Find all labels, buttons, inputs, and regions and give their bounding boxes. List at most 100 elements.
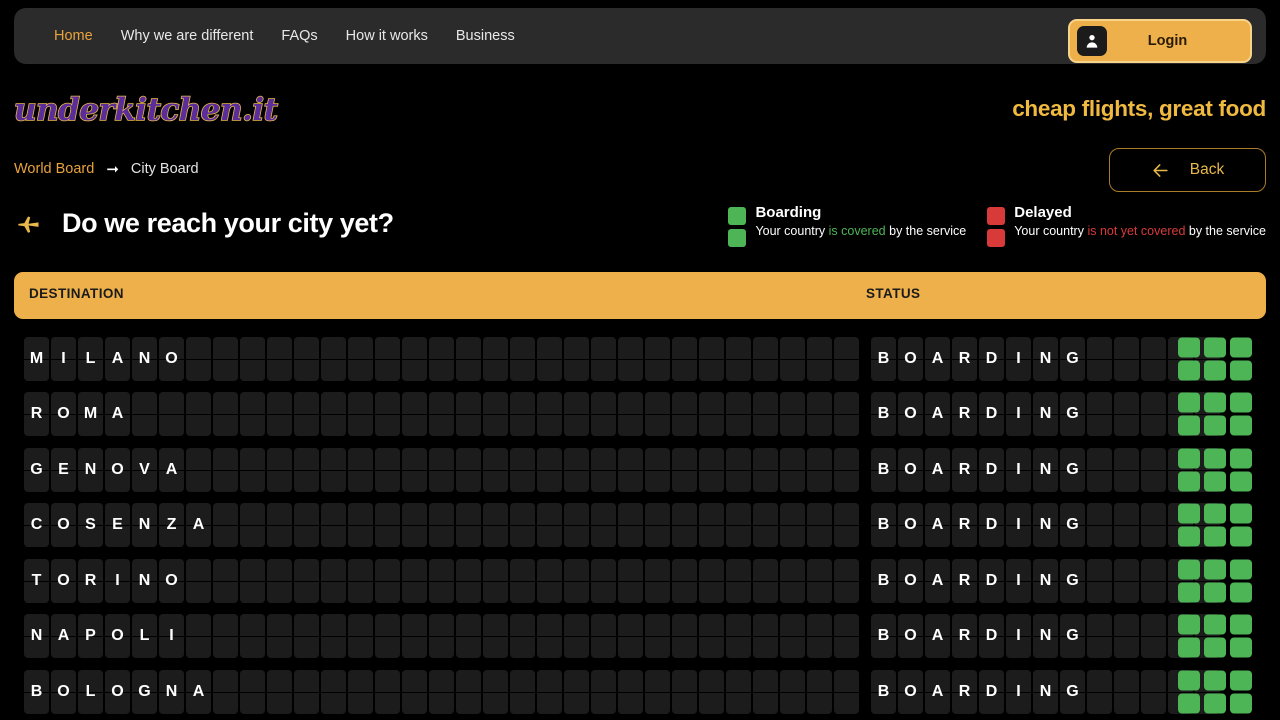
flap-tile — [321, 447, 346, 492]
legend-desc-suffix: by the service — [885, 224, 967, 238]
legend-texts: Delayed Your country is not yet covered b… — [1014, 204, 1266, 247]
flap-tile — [645, 614, 670, 659]
back-button[interactable]: Back — [1109, 148, 1266, 192]
nav-link-faqs[interactable]: FAQs — [267, 22, 331, 50]
flap-tile — [510, 669, 535, 714]
flap-tile — [267, 503, 292, 548]
flap-tile: G — [1060, 336, 1085, 381]
flap-tile — [780, 558, 805, 603]
flap-tile — [402, 669, 427, 714]
flap-group-status: BOARDING — [871, 558, 1220, 603]
flap-tile — [321, 558, 346, 603]
flap-tile — [321, 392, 346, 437]
flap-tile: G — [1060, 503, 1085, 548]
flap-tile — [375, 503, 400, 548]
flap-tile — [780, 447, 805, 492]
status-dot — [1204, 526, 1226, 547]
flap-tile — [1087, 558, 1112, 603]
nav-link-why-we-are-different[interactable]: Why we are different — [107, 22, 268, 50]
flap-tile — [564, 392, 589, 437]
flap-tile — [591, 336, 616, 381]
table-row[interactable]: TORINOBOARDING — [0, 553, 1280, 609]
flap-tile: N — [1033, 336, 1058, 381]
flap-tile — [510, 392, 535, 437]
flap-tile: R — [952, 336, 977, 381]
flap-tile — [429, 669, 454, 714]
flap-tile — [429, 392, 454, 437]
flap-tile: E — [105, 503, 130, 548]
flap-tile: N — [132, 558, 157, 603]
flap-tile — [348, 336, 373, 381]
flap-tile — [753, 669, 778, 714]
flap-tile: R — [952, 669, 977, 714]
flap-tile — [294, 447, 319, 492]
flap-tile: I — [1006, 558, 1031, 603]
nav-link-how-it-works[interactable]: How it works — [332, 22, 442, 50]
table-row[interactable]: GENOVABOARDING — [0, 442, 1280, 498]
flap-tile — [456, 392, 481, 437]
flap-tile: I — [1006, 392, 1031, 437]
flap-tile: O — [898, 669, 923, 714]
breadcrumb-city-board: City Board — [130, 161, 199, 177]
nav-link-home[interactable]: Home — [40, 22, 107, 50]
flap-tile — [780, 336, 805, 381]
flap-tile — [510, 447, 535, 492]
flap-tile — [240, 447, 265, 492]
legend-desc-suffix: by the service — [1185, 224, 1266, 238]
flap-tile: O — [898, 392, 923, 437]
user-icon — [1077, 26, 1107, 56]
flap-tile — [456, 447, 481, 492]
flap-tile: E — [51, 447, 76, 492]
flap-tile: O — [105, 614, 130, 659]
status-dot — [1230, 448, 1252, 469]
flap-tile: Z — [159, 503, 184, 548]
flap-tile: R — [24, 392, 49, 437]
site-logo[interactable]: underkitchen.it — [13, 91, 279, 129]
status-dot — [1230, 693, 1252, 714]
flap-tile — [186, 614, 211, 659]
flap-tile — [429, 558, 454, 603]
breadcrumb: World Board ➞ City Board — [14, 160, 199, 178]
flap-tile: D — [979, 336, 1004, 381]
flap-tile — [807, 336, 832, 381]
flap-group-dest: NAPOLI — [24, 614, 859, 659]
flap-tile: B — [871, 392, 896, 437]
flap-tile — [537, 614, 562, 659]
page-title: Do we reach your city yet? — [62, 208, 394, 238]
flap-tile — [564, 503, 589, 548]
flap-tile: I — [1006, 614, 1031, 659]
flap-tile — [672, 392, 697, 437]
flap-tile: I — [159, 614, 184, 659]
flap-tile — [726, 614, 751, 659]
flap-tile — [294, 669, 319, 714]
flap-tile — [1114, 447, 1139, 492]
flap-tile: R — [952, 392, 977, 437]
flap-tile — [213, 614, 238, 659]
airplane-icon — [18, 216, 39, 233]
flap-tile — [726, 669, 751, 714]
login-button[interactable]: Login — [1068, 19, 1252, 63]
flap-tile: N — [159, 669, 184, 714]
table-row[interactable]: BOLOGNABOARDING — [0, 664, 1280, 720]
flap-tile — [807, 669, 832, 714]
flap-tile: B — [871, 558, 896, 603]
flap-tile — [348, 558, 373, 603]
flap-tile: G — [1060, 447, 1085, 492]
flap-tile — [186, 392, 211, 437]
flap-tile: A — [925, 558, 950, 603]
nav-link-business[interactable]: Business — [442, 22, 529, 50]
flap-tile — [1141, 336, 1166, 381]
flap-tile — [240, 614, 265, 659]
flap-tile: I — [1006, 669, 1031, 714]
breadcrumb-world-board[interactable]: World Board — [14, 161, 94, 177]
legend-swatch — [728, 207, 747, 225]
status-dot — [1178, 559, 1200, 580]
flap-tile — [591, 392, 616, 437]
table-row[interactable]: NAPOLIBOARDING — [0, 609, 1280, 665]
flap-tile: B — [871, 336, 896, 381]
flap-tile — [510, 336, 535, 381]
table-row[interactable]: MILANOBOARDING — [0, 331, 1280, 387]
table-row[interactable]: COSENZABOARDING — [0, 498, 1280, 554]
flap-tile — [753, 558, 778, 603]
table-row[interactable]: ROMABOARDING — [0, 387, 1280, 443]
